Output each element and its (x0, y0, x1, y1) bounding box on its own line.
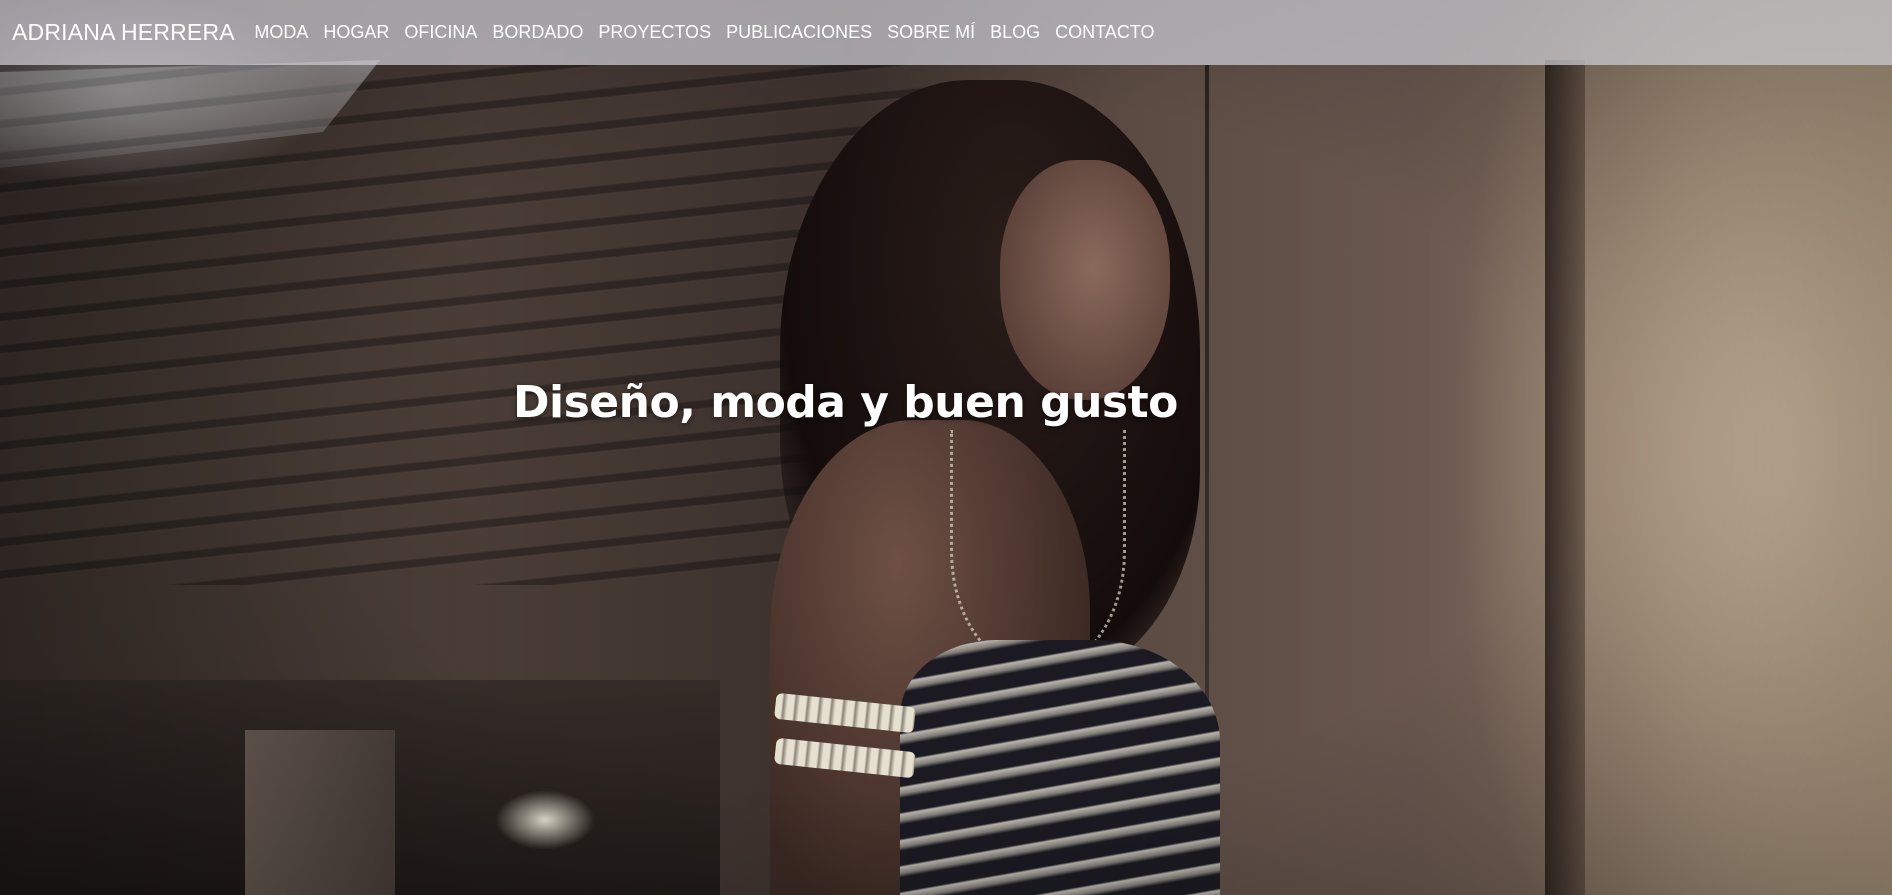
nav-item-sobre-mi[interactable]: SOBRE MÍ (880, 22, 983, 42)
top-navbar: ADRIANA HERRERA MODA HOGAR OFICINA BORDA… (0, 0, 1892, 65)
nav-item-proyectos[interactable]: PROYECTOS (591, 22, 719, 42)
nav-item-blog[interactable]: BLOG (983, 22, 1048, 42)
vignette-overlay (0, 0, 1892, 895)
hero-title: Diseño, moda y buen gusto (513, 377, 1178, 428)
nav-item-oficina[interactable]: OFICINA (397, 22, 485, 42)
hero-section: Diseño, moda y buen gusto (0, 0, 1892, 895)
nav-item-bordado[interactable]: BORDADO (485, 22, 591, 42)
brand-logo-link[interactable]: ADRIANA HERRERA (12, 19, 235, 46)
nav-item-hogar[interactable]: HOGAR (316, 22, 397, 42)
nav-item-moda[interactable]: MODA (247, 22, 316, 42)
nav-menu: MODA HOGAR OFICINA BORDADO PROYECTOS PUB… (247, 22, 1162, 43)
nav-item-contacto[interactable]: CONTACTO (1048, 22, 1162, 42)
nav-item-publicaciones[interactable]: PUBLICACIONES (719, 22, 880, 42)
